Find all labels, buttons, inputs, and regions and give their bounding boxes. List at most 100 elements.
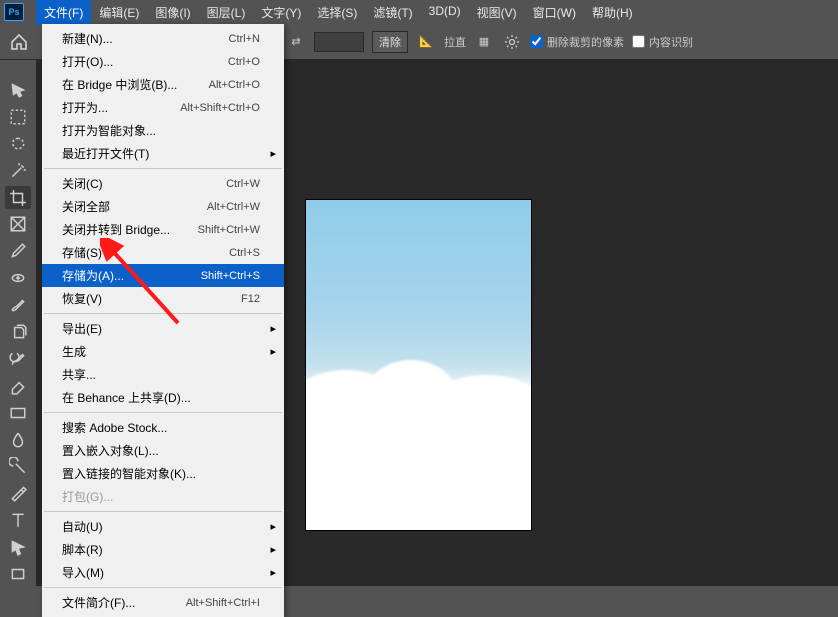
menu-item-label: 最近打开文件(T) xyxy=(62,145,149,162)
menu-item-label: 关闭并转到 Bridge... xyxy=(62,221,170,238)
swap-icon[interactable]: ⇄ xyxy=(286,32,306,52)
menu-item-label: 导出(E) xyxy=(62,320,102,337)
dodge-tool[interactable] xyxy=(5,454,31,478)
content-aware-label: 内容识别 xyxy=(649,34,693,50)
menu-item[interactable]: 自动(U) xyxy=(42,515,284,538)
width-field[interactable] xyxy=(314,32,364,52)
menu-item[interactable]: 存储(S)Ctrl+S xyxy=(42,241,284,264)
gear-icon[interactable] xyxy=(502,32,522,52)
menu-item[interactable]: 关闭(C) Ctrl+W xyxy=(42,172,284,195)
menu-item-label: 关闭(C) xyxy=(62,175,103,192)
menu-item-label: 打开(O)... xyxy=(62,53,113,70)
brush-tool[interactable] xyxy=(5,293,31,317)
file-menu-dropdown: 新建(N)...Ctrl+N打开(O)...Ctrl+O在 Bridge 中浏览… xyxy=(42,24,284,617)
pen-tool[interactable] xyxy=(5,481,31,505)
menu-item[interactable]: 关闭并转到 Bridge... Shift+Ctrl+W xyxy=(42,218,284,241)
menu-item-label: 存储为(A)... xyxy=(62,267,124,284)
delete-cropped-checkbox[interactable]: 删除裁剪的像素 xyxy=(530,34,624,50)
menu-item[interactable]: 导入(M) xyxy=(42,561,284,584)
ps-logo: Ps xyxy=(4,3,24,21)
marquee-tool[interactable] xyxy=(5,105,31,129)
menu-item[interactable]: 打开为智能对象... xyxy=(42,119,284,142)
content-aware-input[interactable] xyxy=(632,35,645,48)
straighten-icon[interactable]: 📐 xyxy=(416,32,436,52)
home-icon[interactable] xyxy=(8,31,30,53)
menu-图层[interactable]: 图层(L) xyxy=(199,0,254,25)
menu-item-label: 脚本(R) xyxy=(62,541,103,558)
menu-separator xyxy=(44,511,282,512)
menu-图像[interactable]: 图像(I) xyxy=(147,0,198,25)
menu-separator xyxy=(44,168,282,169)
menu-item-shortcut: Shift+Ctrl+S xyxy=(201,270,260,282)
menu-item-label: 置入嵌入对象(L)... xyxy=(62,442,159,459)
menu-separator xyxy=(44,587,282,588)
magic-wand-tool[interactable] xyxy=(5,159,31,183)
crop-tool[interactable] xyxy=(5,186,31,210)
menu-item[interactable]: 恢复(V)F12 xyxy=(42,287,284,310)
menu-item-label: 关闭全部 xyxy=(62,198,110,215)
frame-tool[interactable] xyxy=(5,212,31,236)
menu-item[interactable]: 在 Bridge 中浏览(B)... Alt+Ctrl+O xyxy=(42,73,284,96)
rectangle-tool[interactable] xyxy=(5,562,31,586)
menu-item[interactable]: 脚本(R) xyxy=(42,538,284,561)
menu-item-label: 在 Bridge 中浏览(B)... xyxy=(62,76,177,93)
menu-item[interactable]: 打开(O)...Ctrl+O xyxy=(42,50,284,73)
eraser-tool[interactable] xyxy=(5,374,31,398)
menu-item-label: 存储(S) xyxy=(62,244,102,261)
delete-cropped-label: 删除裁剪的像素 xyxy=(547,34,624,50)
menu-item[interactable]: 生成 xyxy=(42,340,284,363)
blur-tool[interactable] xyxy=(5,428,31,452)
history-brush-tool[interactable] xyxy=(5,347,31,371)
menu-item-label: 自动(U) xyxy=(62,518,103,535)
menu-3d[interactable]: 3D(D) xyxy=(421,0,469,25)
menu-item[interactable]: 新建(N)...Ctrl+N xyxy=(42,27,284,50)
menu-item-label: 搜索 Adobe Stock... xyxy=(62,419,167,436)
type-tool[interactable] xyxy=(5,508,31,532)
menu-滤镜[interactable]: 滤镜(T) xyxy=(365,0,420,25)
menu-item-shortcut: Alt+Ctrl+O xyxy=(209,79,260,91)
menu-item-shortcut: Shift+Ctrl+W xyxy=(198,224,260,236)
menu-item-label: 打包(G)... xyxy=(62,488,113,505)
menu-item[interactable]: 搜索 Adobe Stock... xyxy=(42,416,284,439)
eyedropper-tool[interactable] xyxy=(5,239,31,263)
menu-item[interactable]: 文件简介(F)...Alt+Shift+Ctrl+I xyxy=(42,591,284,614)
grid-icon[interactable]: ▦ xyxy=(474,32,494,52)
menu-item-label: 置入链接的智能对象(K)... xyxy=(62,465,196,482)
menu-item[interactable]: 最近打开文件(T) xyxy=(42,142,284,165)
menu-item[interactable]: 关闭全部 Alt+Ctrl+W xyxy=(42,195,284,218)
menu-item[interactable]: 共享... xyxy=(42,363,284,386)
menu-窗口[interactable]: 窗口(W) xyxy=(525,0,584,25)
menu-item[interactable]: 存储为(A)... Shift+Ctrl+S xyxy=(42,264,284,287)
menu-item[interactable]: 在 Behance 上共享(D)... xyxy=(42,386,284,409)
straighten-label: 拉直 xyxy=(444,34,466,50)
delete-cropped-input[interactable] xyxy=(530,35,543,48)
menu-编辑[interactable]: 编辑(E) xyxy=(91,0,147,25)
menu-帮助[interactable]: 帮助(H) xyxy=(584,0,641,25)
menu-文字[interactable]: 文字(Y) xyxy=(253,0,309,25)
path-select-tool[interactable] xyxy=(5,535,31,559)
toolbox xyxy=(0,60,36,586)
menu-选择[interactable]: 选择(S) xyxy=(309,0,365,25)
healing-tool[interactable] xyxy=(5,266,31,290)
clone-tool[interactable] xyxy=(5,320,31,344)
menu-item[interactable]: 打开为...Alt+Shift+Ctrl+O xyxy=(42,96,284,119)
menu-item-shortcut: Alt+Ctrl+W xyxy=(207,201,260,213)
menu-item-label: 打开为... xyxy=(62,99,108,116)
menu-item[interactable]: 置入链接的智能对象(K)... xyxy=(42,462,284,485)
menu-item-label: 文件简介(F)... xyxy=(62,594,135,611)
menu-item[interactable]: 导出(E) xyxy=(42,317,284,340)
content-aware-checkbox[interactable]: 内容识别 xyxy=(632,34,693,50)
menu-item[interactable]: 置入嵌入对象(L)... xyxy=(42,439,284,462)
menu-文件[interactable]: 文件(F) xyxy=(36,0,91,25)
move-tool[interactable] xyxy=(5,78,31,102)
menu-视图[interactable]: 视图(V) xyxy=(469,0,525,25)
menu-separator xyxy=(44,412,282,413)
menu-item-shortcut: Ctrl+W xyxy=(226,178,260,190)
open-document[interactable] xyxy=(306,200,531,530)
menu-item-shortcut: F12 xyxy=(241,293,260,305)
menu-item-label: 共享... xyxy=(62,366,96,383)
gradient-tool[interactable] xyxy=(5,401,31,425)
menu-item-label: 生成 xyxy=(62,343,86,360)
clear-button[interactable]: 清除 xyxy=(372,31,408,53)
lasso-tool[interactable] xyxy=(5,132,31,156)
